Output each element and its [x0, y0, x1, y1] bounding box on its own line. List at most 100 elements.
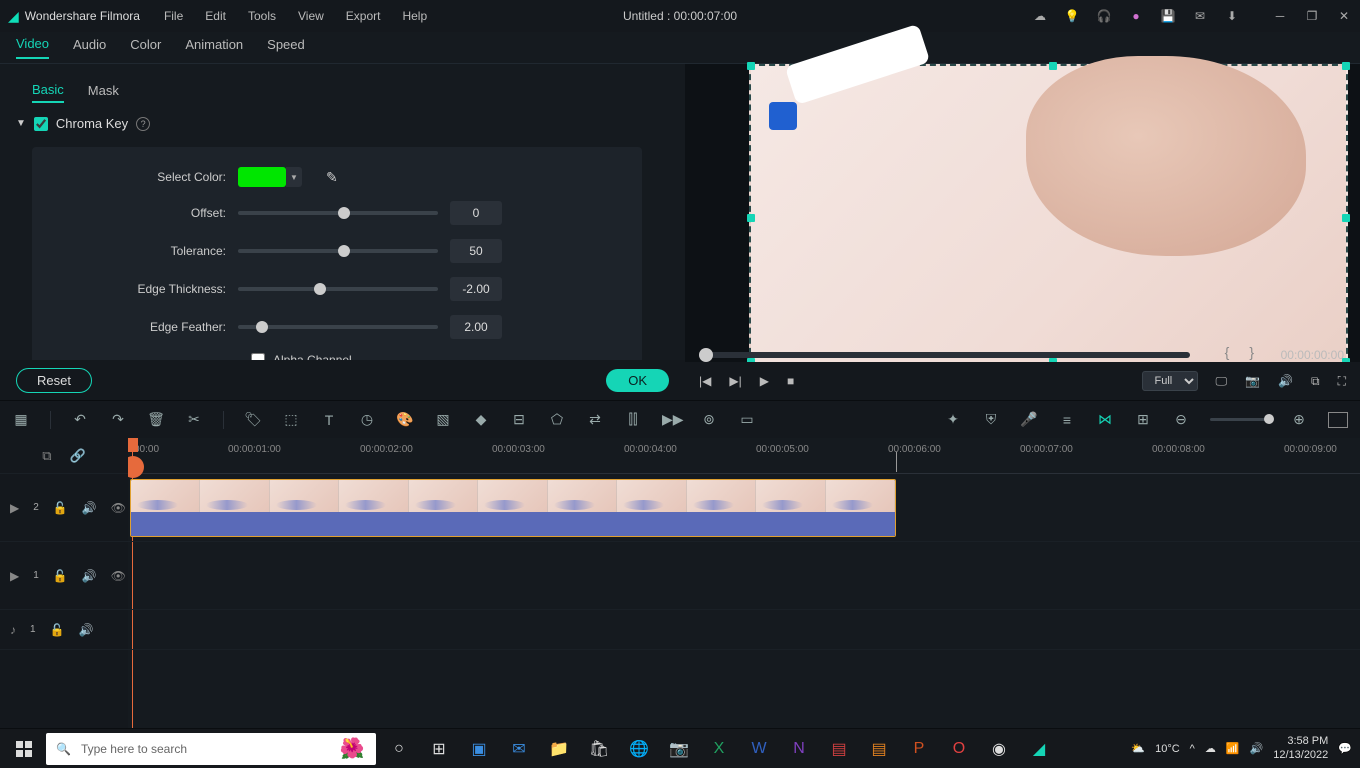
tolerance-value[interactable]: 50	[450, 239, 502, 263]
edge-thickness-value[interactable]: -2.00	[450, 277, 502, 301]
visibility-icon[interactable]: 👁	[111, 501, 126, 515]
taskview-icon[interactable]: ⊞	[422, 733, 456, 765]
start-button[interactable]	[8, 733, 40, 765]
crop-icon[interactable]: ⬚	[282, 411, 300, 428]
chroma-key-header[interactable]: ▼ Chroma Key ?	[16, 116, 669, 131]
tray-wifi-icon[interactable]: 📶	[1226, 742, 1240, 755]
zoom-slider[interactable]	[1210, 418, 1270, 421]
timeline-ruler[interactable]: 00:00 00:00:01:00 00:00:02:00 00:00:03:0…	[128, 438, 1360, 474]
taskbar-app-instagram[interactable]: 📷	[662, 733, 696, 765]
taskbar-search[interactable]: 🔍 Type here to search 🌺	[46, 733, 376, 765]
lock-icon[interactable]: 🔓	[53, 569, 68, 583]
end-marker[interactable]	[896, 452, 897, 472]
tab-audio[interactable]: Audio	[73, 37, 106, 58]
resize-handle[interactable]	[1049, 62, 1057, 70]
mute-icon[interactable]: 🔊	[82, 501, 97, 515]
taskbar-app-edge[interactable]: 🌐	[622, 733, 656, 765]
menu-tools[interactable]: Tools	[248, 9, 276, 23]
mail-icon[interactable]: ✉	[1192, 8, 1208, 24]
scrubber-knob[interactable]	[699, 348, 713, 362]
speed-icon[interactable]: ◷	[358, 411, 376, 428]
mute-icon[interactable]: 🔊	[82, 569, 97, 583]
volume-icon[interactable]: 🔊	[1278, 374, 1293, 388]
offset-slider[interactable]	[238, 211, 438, 215]
close-icon[interactable]: ✕	[1336, 8, 1352, 24]
weather-icon[interactable]: ⛅	[1131, 742, 1145, 755]
lock-icon[interactable]: 🔓	[53, 501, 68, 515]
link-icon[interactable]: 🔗	[70, 448, 86, 464]
mute-icon[interactable]: 🔊	[79, 623, 94, 637]
tag-icon[interactable]: 🏷	[244, 411, 262, 428]
taskbar-app-filmora[interactable]: ◢	[1022, 733, 1056, 765]
edge-thickness-slider[interactable]	[238, 287, 438, 291]
color-swatch[interactable]	[238, 167, 286, 187]
keyframe-icon[interactable]: ◆	[472, 411, 490, 428]
lock-icon[interactable]: 🔓	[50, 623, 65, 637]
taskbar-app-explorer[interactable]: 📁	[542, 733, 576, 765]
mic-icon[interactable]: 🎤	[1020, 411, 1038, 428]
save-icon[interactable]: 💾	[1160, 8, 1176, 24]
tab-animation[interactable]: Animation	[185, 37, 243, 58]
detach-icon[interactable]: ⊟	[510, 411, 528, 428]
tab-video[interactable]: Video	[16, 36, 49, 59]
track-menu-icon[interactable]: ⧉	[42, 448, 51, 464]
visibility-icon[interactable]: 👁	[111, 569, 126, 583]
tab-speed[interactable]: Speed	[267, 37, 305, 58]
color-icon[interactable]: 🎨	[396, 411, 414, 428]
record-icon[interactable]: ⊚	[700, 411, 718, 428]
taskbar-app-onenote[interactable]: N	[782, 733, 816, 765]
reset-button[interactable]: Reset	[16, 368, 92, 393]
taskbar-app-store[interactable]: 🛍	[582, 733, 616, 765]
tray-notifications-icon[interactable]: 💬	[1338, 742, 1352, 755]
track-header-video1[interactable]: ▶ 1 🔓 🔊 👁	[0, 542, 128, 610]
weather-temp[interactable]: 10°C	[1155, 743, 1180, 755]
fullscreen-icon[interactable]: ⛶	[1338, 374, 1346, 389]
taskbar-app-opera[interactable]: O	[942, 733, 976, 765]
greenscreen-icon[interactable]: ▧	[434, 411, 452, 428]
taskbar-app-word[interactable]: W	[742, 733, 776, 765]
zoom-out-icon[interactable]: ⊖	[1172, 411, 1190, 428]
menu-file[interactable]: File	[164, 9, 183, 23]
preview-canvas[interactable]	[749, 64, 1348, 364]
timeline-tracks[interactable]: 00:00 00:00:01:00 00:00:02:00 00:00:03:0…	[128, 438, 1360, 730]
marker-add-icon[interactable]: ⊞	[1134, 411, 1152, 428]
marker-tool-icon[interactable]: ✦	[944, 411, 962, 428]
mixer2-icon[interactable]: ≡	[1058, 412, 1076, 428]
magnet-icon[interactable]: ⋈	[1096, 411, 1114, 428]
cloud-icon[interactable]: ☁	[1032, 8, 1048, 24]
compare-icon[interactable]: ⧉	[1311, 374, 1320, 389]
color-dropdown-icon[interactable]: ▼	[286, 167, 302, 187]
play-icon[interactable]: ▶	[760, 374, 769, 388]
menu-edit[interactable]: Edit	[205, 9, 226, 23]
video-track-1[interactable]	[128, 542, 1360, 610]
undo-icon[interactable]: ↶	[71, 411, 89, 428]
prev-frame-icon[interactable]: |◀	[699, 374, 711, 388]
headphones-icon[interactable]: 🎧	[1096, 8, 1112, 24]
download-icon[interactable]: ⬇	[1224, 8, 1240, 24]
taskbar-app-powerpoint[interactable]: P	[902, 733, 936, 765]
delete-icon[interactable]: 🗑	[147, 411, 165, 428]
redo-icon[interactable]: ↷	[109, 411, 127, 428]
preview-scrubber[interactable]	[699, 352, 1190, 358]
display-icon[interactable]: 🖵	[1216, 374, 1228, 389]
quality-select[interactable]: Full	[1142, 371, 1198, 391]
mark-in-icon[interactable]: {	[1225, 344, 1230, 360]
subtab-mask[interactable]: Mask	[88, 83, 119, 102]
taskbar-app-chrome[interactable]: ◉	[982, 733, 1016, 765]
cut-icon[interactable]: ✂	[185, 411, 203, 428]
render-icon[interactable]: ▶▶	[662, 411, 680, 428]
mask-icon[interactable]: ⬠	[548, 411, 566, 428]
mark-out-icon[interactable]: }	[1249, 344, 1254, 360]
lightbulb-icon[interactable]: 💡	[1064, 8, 1080, 24]
resize-handle[interactable]	[747, 214, 755, 222]
taskbar-app-mail[interactable]: ✉	[502, 733, 536, 765]
adjust-icon[interactable]: ⇄	[586, 411, 604, 428]
eyedropper-icon[interactable]: ✎	[326, 169, 338, 186]
clip-marker-icon[interactable]	[128, 456, 144, 478]
video-track-2[interactable]: ▶My Video 13	[128, 474, 1360, 542]
taskbar-app-pdf[interactable]: ▤	[822, 733, 856, 765]
mixer-icon[interactable]: ⫿⫿	[624, 411, 642, 428]
video-clip[interactable]: ▶My Video 13	[130, 479, 896, 537]
tolerance-slider[interactable]	[238, 249, 438, 253]
tray-volume-icon[interactable]: 🔊	[1250, 742, 1264, 755]
